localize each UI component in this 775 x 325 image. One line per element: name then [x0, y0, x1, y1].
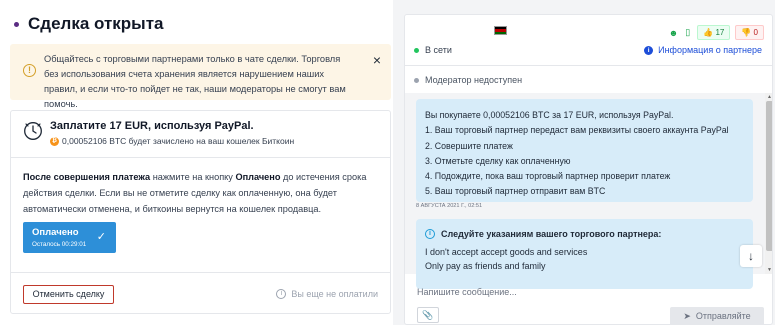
title-dot-icon — [14, 21, 19, 27]
payment-status: i Вы еще не оплатили — [276, 289, 378, 299]
moderator-status: Модератор недоступен — [414, 75, 522, 85]
instructions-text-1: нажмите на кнопку — [150, 172, 236, 182]
instructions-bold: После совершения платежа — [23, 172, 151, 182]
scroll-down-icon[interactable]: ▼ — [767, 267, 772, 273]
page-title: Сделка открыта — [28, 14, 164, 33]
clock-icon — [24, 122, 42, 140]
system-message: Вы покупаете 0,00052106 BTC за 17 EUR, и… — [416, 99, 753, 202]
info-icon: i — [425, 229, 435, 239]
payment-subtitle-text: 0,00052106 BTC будет зачислено на ваш ко… — [62, 136, 295, 146]
divider — [405, 65, 772, 66]
paid-button[interactable]: Оплачено Осталось 00:29:01 ✓ — [23, 222, 116, 253]
partner-badges: ☻ ▯ 👍 17 👎 0 — [669, 25, 764, 40]
phone-verified-icon: ▯ — [685, 27, 691, 37]
likes-badge: 👍 17 — [697, 25, 731, 40]
warning-text: Общайтесь с торговыми партнерами только … — [44, 54, 346, 109]
message-line: Only pay as friends and family — [425, 261, 546, 271]
divider — [11, 272, 390, 273]
payment-instructions: После совершения платежа нажмите на кноп… — [23, 169, 381, 217]
send-button[interactable]: ➤ Отправляйте — [670, 307, 764, 324]
likes-count: 17 — [715, 28, 725, 37]
message-line: I don't accept accept goods and services — [425, 247, 588, 257]
partner-terms-message: i Следуйте указаниям вашего торгового па… — [416, 219, 753, 289]
send-icon: ➤ — [683, 311, 691, 321]
user-verified-icon: ☻ — [668, 27, 679, 38]
moderator-status-text: Модератор недоступен — [425, 75, 523, 85]
message-line: 2. Совершите платеж — [425, 140, 513, 151]
message-line: 5. Ваш торговый партнер отправит вам BTC — [425, 186, 606, 197]
dislikes-count: 0 — [753, 28, 758, 37]
payment-title: Заплатите 17 EUR, используя PayPal. — [50, 120, 254, 132]
bitcoin-icon: ₿ — [50, 136, 59, 146]
warning-icon: ! — [23, 64, 36, 77]
trade-panel: Сделка открыта ! Общайтесь с торговыми п… — [0, 0, 393, 325]
send-button-label: Отправляйте — [695, 311, 751, 321]
online-status-text: В сети — [425, 45, 452, 55]
instructions-bold-2: Оплачено — [235, 172, 281, 182]
message-line: Вы покупаете 0,00052106 BTC за 17 EUR, и… — [425, 110, 674, 120]
partner-name-redacted — [413, 23, 491, 37]
page-header: Сделка открыта — [14, 14, 164, 34]
dislikes-badge: 👎 0 — [735, 25, 764, 40]
warning-banner: ! Общайтесь с торговыми партнерами тольк… — [10, 44, 391, 109]
payment-status-text: Вы еще не оплатили — [291, 289, 378, 299]
online-status: В сети — [414, 45, 452, 55]
chat-scrollbar[interactable]: ▲ ▼ — [765, 93, 772, 274]
chat-panel: ☻ ▯ 👍 17 👎 0 В сети i Информация о партн… — [404, 14, 773, 325]
kenya-flag-icon — [494, 26, 507, 35]
terms-title: Следуйте указаниям вашего торгового парт… — [441, 229, 662, 239]
message-timestamp: 8 АВГУСТА 2021 Г., 02:51 — [416, 203, 483, 209]
cancel-trade-button[interactable]: Отменить сделку — [23, 285, 114, 304]
partner-info-link[interactable]: i Информация о партнере — [644, 45, 762, 55]
scroll-up-icon[interactable]: ▲ — [767, 94, 772, 100]
payment-subtitle: ₿ 0,00052106 BTC будет зачислено на ваш … — [50, 136, 294, 146]
trade-page: Сделка открыта ! Общайтесь с торговыми п… — [0, 0, 775, 325]
time-left: Осталось 00:29:01 — [32, 241, 87, 248]
terms-header: i Следуйте указаниям вашего торгового па… — [425, 227, 744, 241]
payment-card: Заплатите 17 EUR, используя PayPal. ₿ 0,… — [10, 110, 391, 314]
divider — [11, 157, 390, 158]
thumbs-up-icon: 👍 — [703, 28, 714, 37]
message-line: 3. Отметьте сделку как оплаченную — [425, 155, 571, 166]
paid-button-label: Оплачено — [32, 227, 79, 238]
check-icon: ✓ — [96, 231, 106, 243]
thumbs-down-icon: 👎 — [741, 28, 752, 37]
scroll-to-bottom-button[interactable]: ↓ — [740, 245, 762, 267]
info-icon: i — [644, 45, 654, 55]
online-dot-icon — [414, 47, 419, 53]
scrollbar-thumb[interactable] — [766, 101, 772, 251]
offline-dot-icon — [414, 77, 419, 83]
attach-file-button[interactable]: 📎 — [417, 307, 439, 323]
payment-header: Заплатите 17 EUR, используя PayPal. ₿ 0,… — [23, 120, 294, 146]
message-input[interactable] — [417, 285, 657, 299]
message-line: 1. Ваш торговый партнер передаст вам рек… — [425, 125, 729, 136]
message-line: 4. Подождите, пока ваш торговый партнер … — [425, 171, 671, 182]
chat-messages[interactable]: Вы покупаете 0,00052106 BTC за 17 EUR, и… — [405, 93, 772, 289]
partner-info-label: Информация о партнере — [658, 45, 762, 55]
close-icon[interactable]: × — [373, 53, 381, 68]
paperclip-icon: 📎 — [422, 310, 434, 320]
info-icon: i — [276, 289, 287, 299]
